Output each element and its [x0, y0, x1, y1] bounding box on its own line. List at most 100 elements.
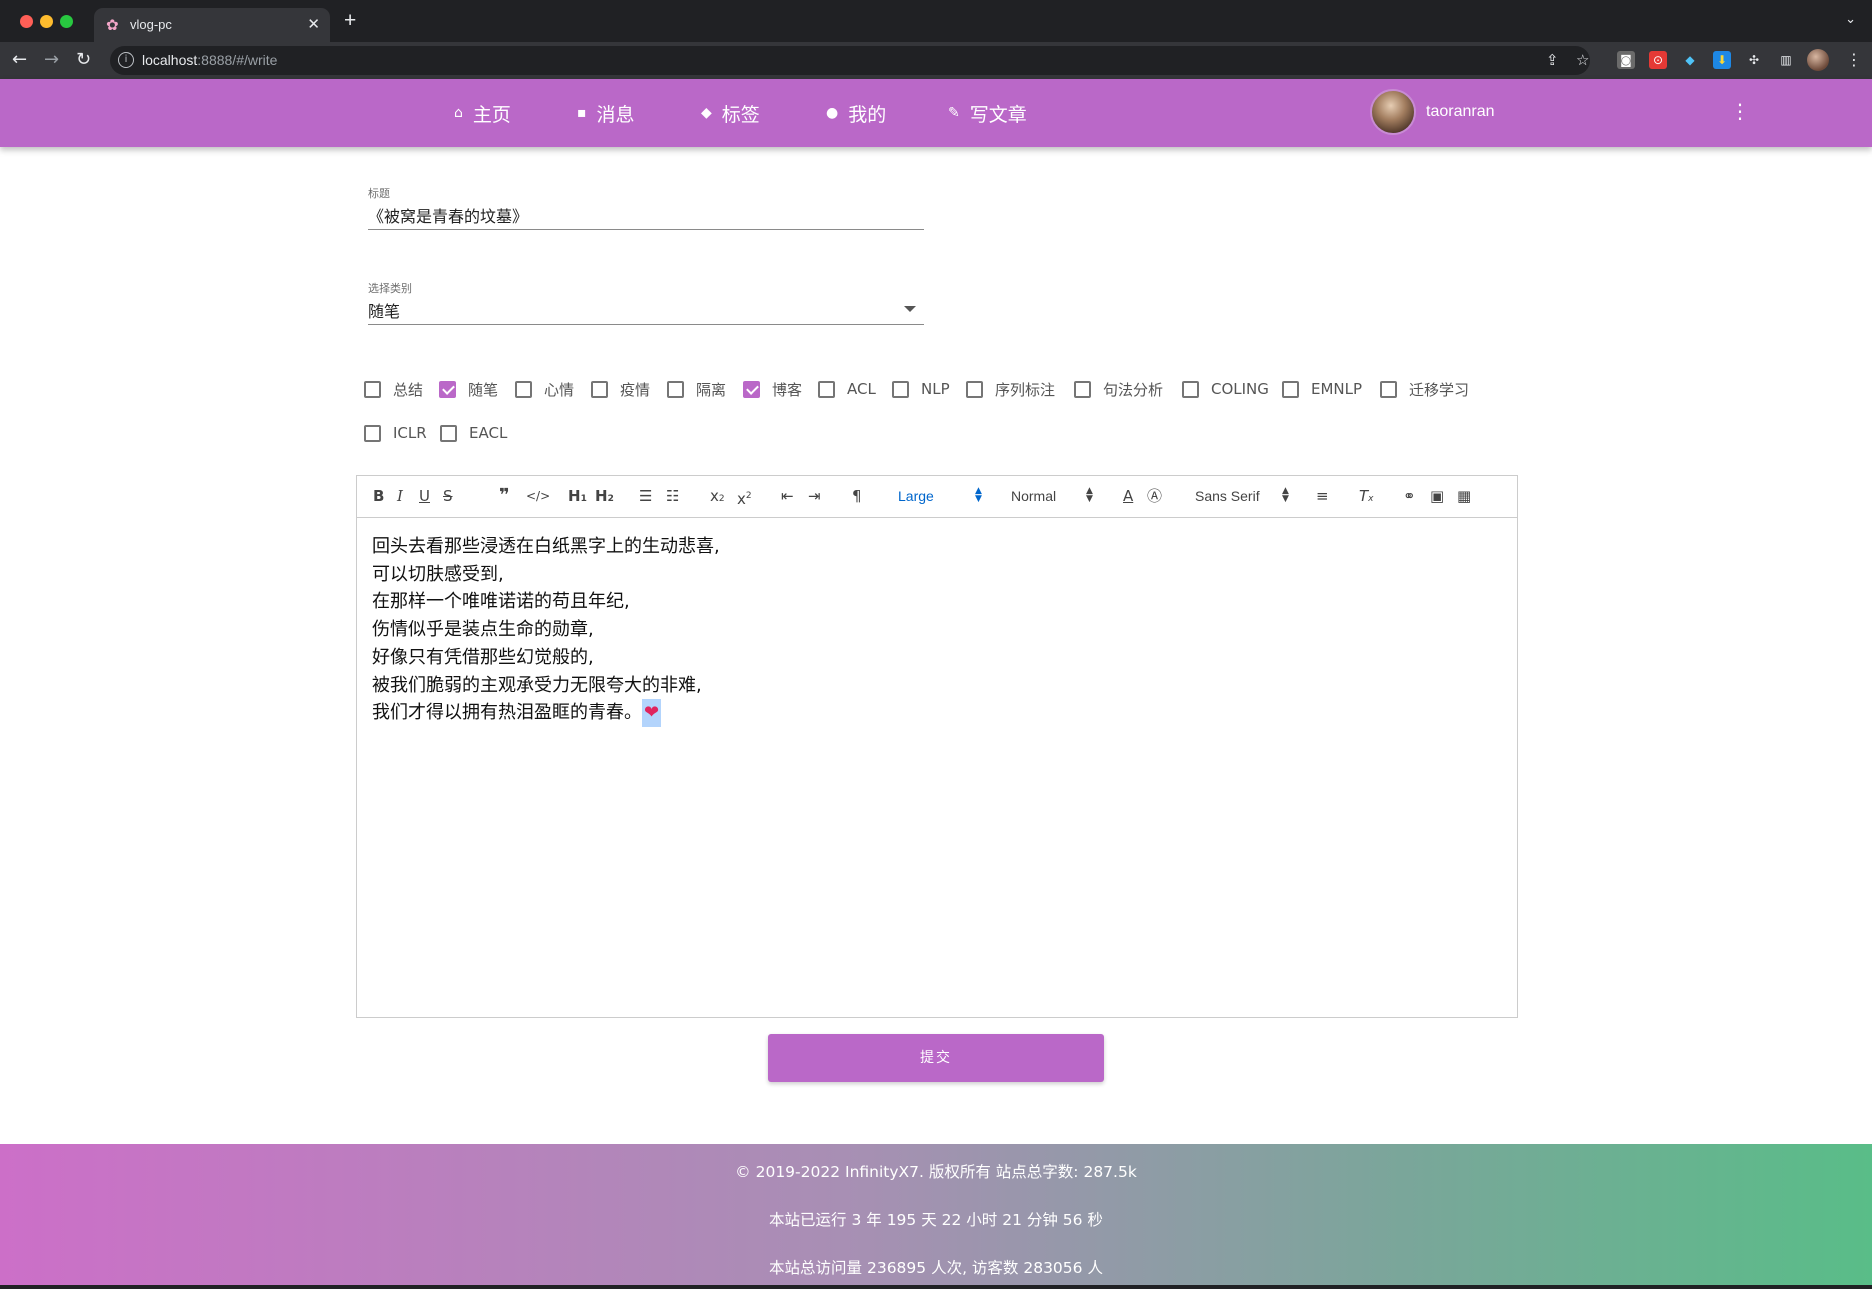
tag-checkbox[interactable]: EMNLP [1282, 374, 1362, 404]
tag-checkbox[interactable]: 心情 [515, 374, 574, 404]
indent-icon[interactable]: ⇥ [808, 487, 821, 505]
nav-messages[interactable]: ▪ 消息 [577, 99, 635, 127]
download-extension-icon[interactable]: ⬇ [1713, 51, 1731, 69]
header-select-arrows-icon[interactable]: ▲ ▼ [1086, 487, 1093, 504]
font-color-icon[interactable]: A [1123, 487, 1133, 505]
header-1-icon[interactable]: H1 [568, 487, 587, 508]
maximize-window-button[interactable] [60, 15, 73, 28]
image-icon[interactable]: ▣ [1430, 487, 1444, 505]
title-field[interactable]: 标题 《被窝是青春的坟墓》 [368, 184, 924, 230]
tab-close-icon[interactable]: ✕ [307, 15, 320, 33]
chevron-down-icon[interactable] [904, 306, 916, 312]
nav-tags[interactable]: ◆ 标签 [701, 99, 760, 127]
username[interactable]: taoranran [1426, 103, 1495, 121]
italic-icon[interactable]: I [397, 487, 403, 505]
checkbox-icon[interactable] [818, 380, 835, 398]
checkbox-icon[interactable] [364, 380, 381, 398]
size-select-arrows-icon[interactable]: ▲ ▼ [975, 487, 982, 504]
close-window-button[interactable] [20, 15, 33, 28]
checkbox-icon[interactable] [591, 380, 608, 398]
tag-checkbox[interactable]: 随笔 [439, 374, 498, 404]
reload-icon[interactable]: ↻ [76, 49, 91, 71]
subscript-icon[interactable]: x2 [710, 487, 725, 508]
editor-toolbar: B I U S ❞ </> H1 H2 ☰ ☷ x2 x2 ⇤ ⇥ ¶ Larg… [357, 476, 1517, 518]
puzzle-extensions-icon[interactable]: ✣ [1745, 51, 1763, 69]
checkbox-icon[interactable] [966, 380, 983, 398]
font-select[interactable]: Sans Serif [1195, 488, 1260, 504]
bullet-list-icon[interactable]: ☷ [666, 487, 679, 505]
nav-write-label: 写文章 [969, 103, 1027, 126]
video-icon[interactable]: ▦ [1457, 487, 1471, 505]
red-search-extension-icon[interactable]: ⊙ [1649, 51, 1667, 69]
font-select-arrows-icon[interactable]: ▲ ▼ [1282, 487, 1289, 504]
submit-button[interactable]: 提交 [768, 1034, 1104, 1082]
superscript-icon[interactable]: x2 [737, 487, 752, 508]
editor-content[interactable]: 回头去看那些浸透在白纸黑字上的生动悲喜, 可以切肤感受到, 在那样一个唯唯诺诺的… [372, 533, 1492, 727]
strikethrough-icon[interactable]: S [443, 487, 453, 505]
camera-extension-icon[interactable]: ◙ [1617, 51, 1635, 69]
tag-checkbox[interactable]: COLING [1182, 374, 1269, 404]
ordered-list-icon[interactable]: ☰ [639, 487, 652, 505]
checkbox-icon[interactable] [1380, 380, 1397, 398]
tag-checkbox[interactable]: 博客 [743, 374, 802, 404]
tag-checkbox[interactable]: 疫情 [591, 374, 650, 404]
text-direction-icon[interactable]: ¶ [852, 487, 862, 505]
code-block-icon[interactable]: </> [526, 487, 550, 505]
nav-mine[interactable]: ● 我的 [826, 99, 886, 127]
nav-write[interactable]: ✎ 写文章 [948, 99, 1027, 127]
forward-arrow-icon[interactable]: → [44, 49, 59, 71]
more-menu-icon[interactable]: ⋮ [1730, 101, 1750, 121]
new-tab-icon[interactable]: + [344, 10, 356, 31]
align-icon[interactable]: ≡ [1316, 487, 1329, 505]
address-bar[interactable]: i localhost:8888/#/write ⇪ ☆ [110, 46, 1590, 75]
share-icon[interactable]: ⇪ [1546, 51, 1559, 69]
link-icon[interactable]: ⚭ [1403, 487, 1416, 505]
browser-tab-strip: ✿ vlog-pc ✕ + ⌄ [0, 0, 1872, 42]
background-color-icon[interactable]: Ⓐ [1147, 487, 1162, 505]
tag-label: 句法分析 [1103, 380, 1164, 399]
avatar[interactable] [1370, 89, 1416, 135]
blockquote-icon[interactable]: ❞ [499, 487, 510, 505]
heart-emoji-icon: ❤ [642, 699, 662, 727]
checkbox-icon[interactable] [440, 424, 457, 442]
minimize-window-button[interactable] [40, 15, 53, 28]
checkbox-icon[interactable] [667, 380, 684, 398]
checkbox-icon[interactable] [1074, 380, 1091, 398]
underline-icon[interactable]: U [419, 487, 430, 505]
tag-checkbox[interactable]: ICLR [364, 418, 427, 448]
tag-checkbox[interactable]: 句法分析 [1074, 374, 1163, 404]
checkbox-icon[interactable] [1182, 380, 1199, 398]
site-info-icon[interactable]: i [118, 52, 134, 68]
title-input[interactable]: 《被窝是青春的坟墓》 [368, 203, 528, 227]
side-panel-icon[interactable]: ▥ [1777, 51, 1795, 69]
tag-checkbox[interactable]: 隔离 [667, 374, 726, 404]
tab-title: vlog-pc [130, 17, 172, 32]
tag-checkbox[interactable]: NLP [892, 374, 950, 404]
tag-checkbox[interactable]: 总结 [364, 374, 423, 404]
header-select[interactable]: Normal [1011, 488, 1056, 504]
tab-search-chevron-icon[interactable]: ⌄ [1845, 12, 1856, 27]
nav-home[interactable]: ⌂ 主页 [454, 99, 511, 127]
checkbox-checked-icon[interactable] [743, 380, 760, 398]
back-arrow-icon[interactable]: ← [12, 49, 27, 71]
outdent-icon[interactable]: ⇤ [781, 487, 794, 505]
tag-checkbox[interactable]: 迁移学习 [1380, 374, 1469, 404]
tag-checkbox[interactable]: EACL [440, 418, 507, 448]
checkbox-icon[interactable] [364, 424, 381, 442]
checkbox-icon[interactable] [515, 380, 532, 398]
diamond-extension-icon[interactable]: ◆ [1681, 51, 1699, 69]
category-select[interactable]: 选择类别 随笔 [368, 278, 924, 325]
checkbox-checked-icon[interactable] [439, 380, 456, 398]
browser-menu-icon[interactable]: ⋮ [1846, 49, 1862, 71]
bold-icon[interactable]: B [373, 487, 384, 505]
clear-format-icon[interactable]: Tx [1359, 487, 1374, 508]
checkbox-icon[interactable] [1282, 380, 1299, 398]
header-2-icon[interactable]: H2 [595, 487, 614, 508]
size-select[interactable]: Large [898, 488, 934, 504]
browser-tab[interactable]: ✿ vlog-pc ✕ [94, 8, 330, 42]
bookmark-star-icon[interactable]: ☆ [1576, 51, 1589, 69]
checkbox-icon[interactable] [892, 380, 909, 398]
profile-avatar[interactable] [1807, 49, 1829, 71]
tag-checkbox[interactable]: ACL [818, 374, 876, 404]
tag-checkbox[interactable]: 序列标注 [966, 374, 1055, 404]
